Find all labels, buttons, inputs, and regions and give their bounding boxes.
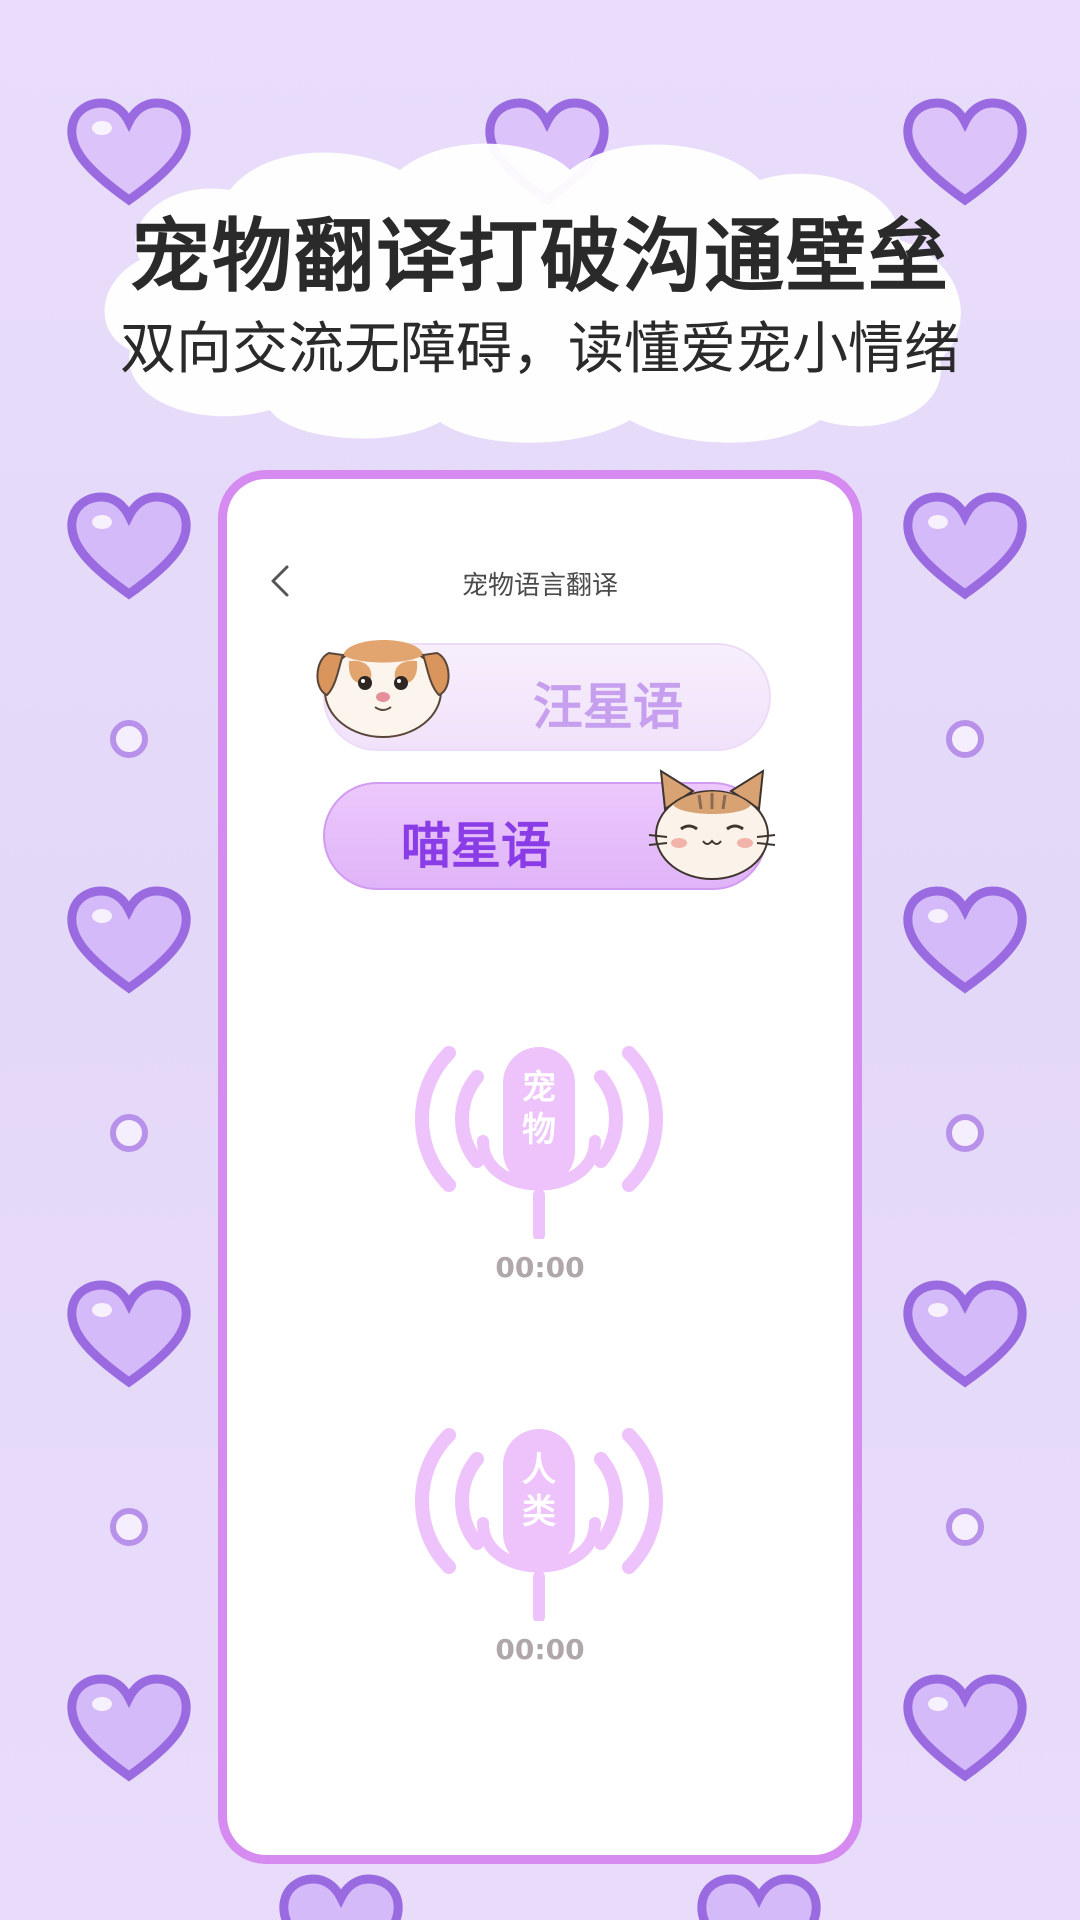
dog-face-icon xyxy=(316,640,450,738)
heart-icon xyxy=(67,886,191,994)
phone-frame: 宠物语言翻译 汪星语 喵星语 宠 物 00:00 人 类 00:00 xyxy=(218,470,862,1864)
circle-dot xyxy=(110,1114,148,1152)
circle-dot xyxy=(946,1114,984,1152)
circle-dot xyxy=(946,720,984,758)
mode-label: 喵星语 xyxy=(401,817,551,875)
subheadline: 双向交流无障碍，读懂爱宠小情绪 xyxy=(120,317,960,382)
heart-icon xyxy=(67,1280,191,1388)
recorder-label: 人 类 xyxy=(522,1450,556,1532)
recording-timer: 00:00 xyxy=(495,1633,585,1666)
heart-icon xyxy=(67,492,191,600)
heart-icon xyxy=(903,886,1027,994)
circle-dot xyxy=(110,720,148,758)
page-title: 宠物语言翻译 xyxy=(461,571,618,601)
heart-icon xyxy=(279,1874,403,1920)
mode-label: 汪星语 xyxy=(533,678,683,736)
circle-dot xyxy=(946,1508,984,1546)
heart-icon xyxy=(903,1674,1027,1782)
recording-timer: 00:00 xyxy=(495,1251,585,1284)
heart-icon xyxy=(67,1674,191,1782)
circle-dot xyxy=(110,1508,148,1546)
cat-face-icon xyxy=(648,769,776,880)
heart-icon xyxy=(903,1280,1027,1388)
heart-icon xyxy=(903,492,1027,600)
headline: 宠物翻译打破沟通壁垒 xyxy=(130,210,950,303)
heart-icon xyxy=(697,1874,821,1920)
recorder-label: 宠 物 xyxy=(522,1068,556,1150)
